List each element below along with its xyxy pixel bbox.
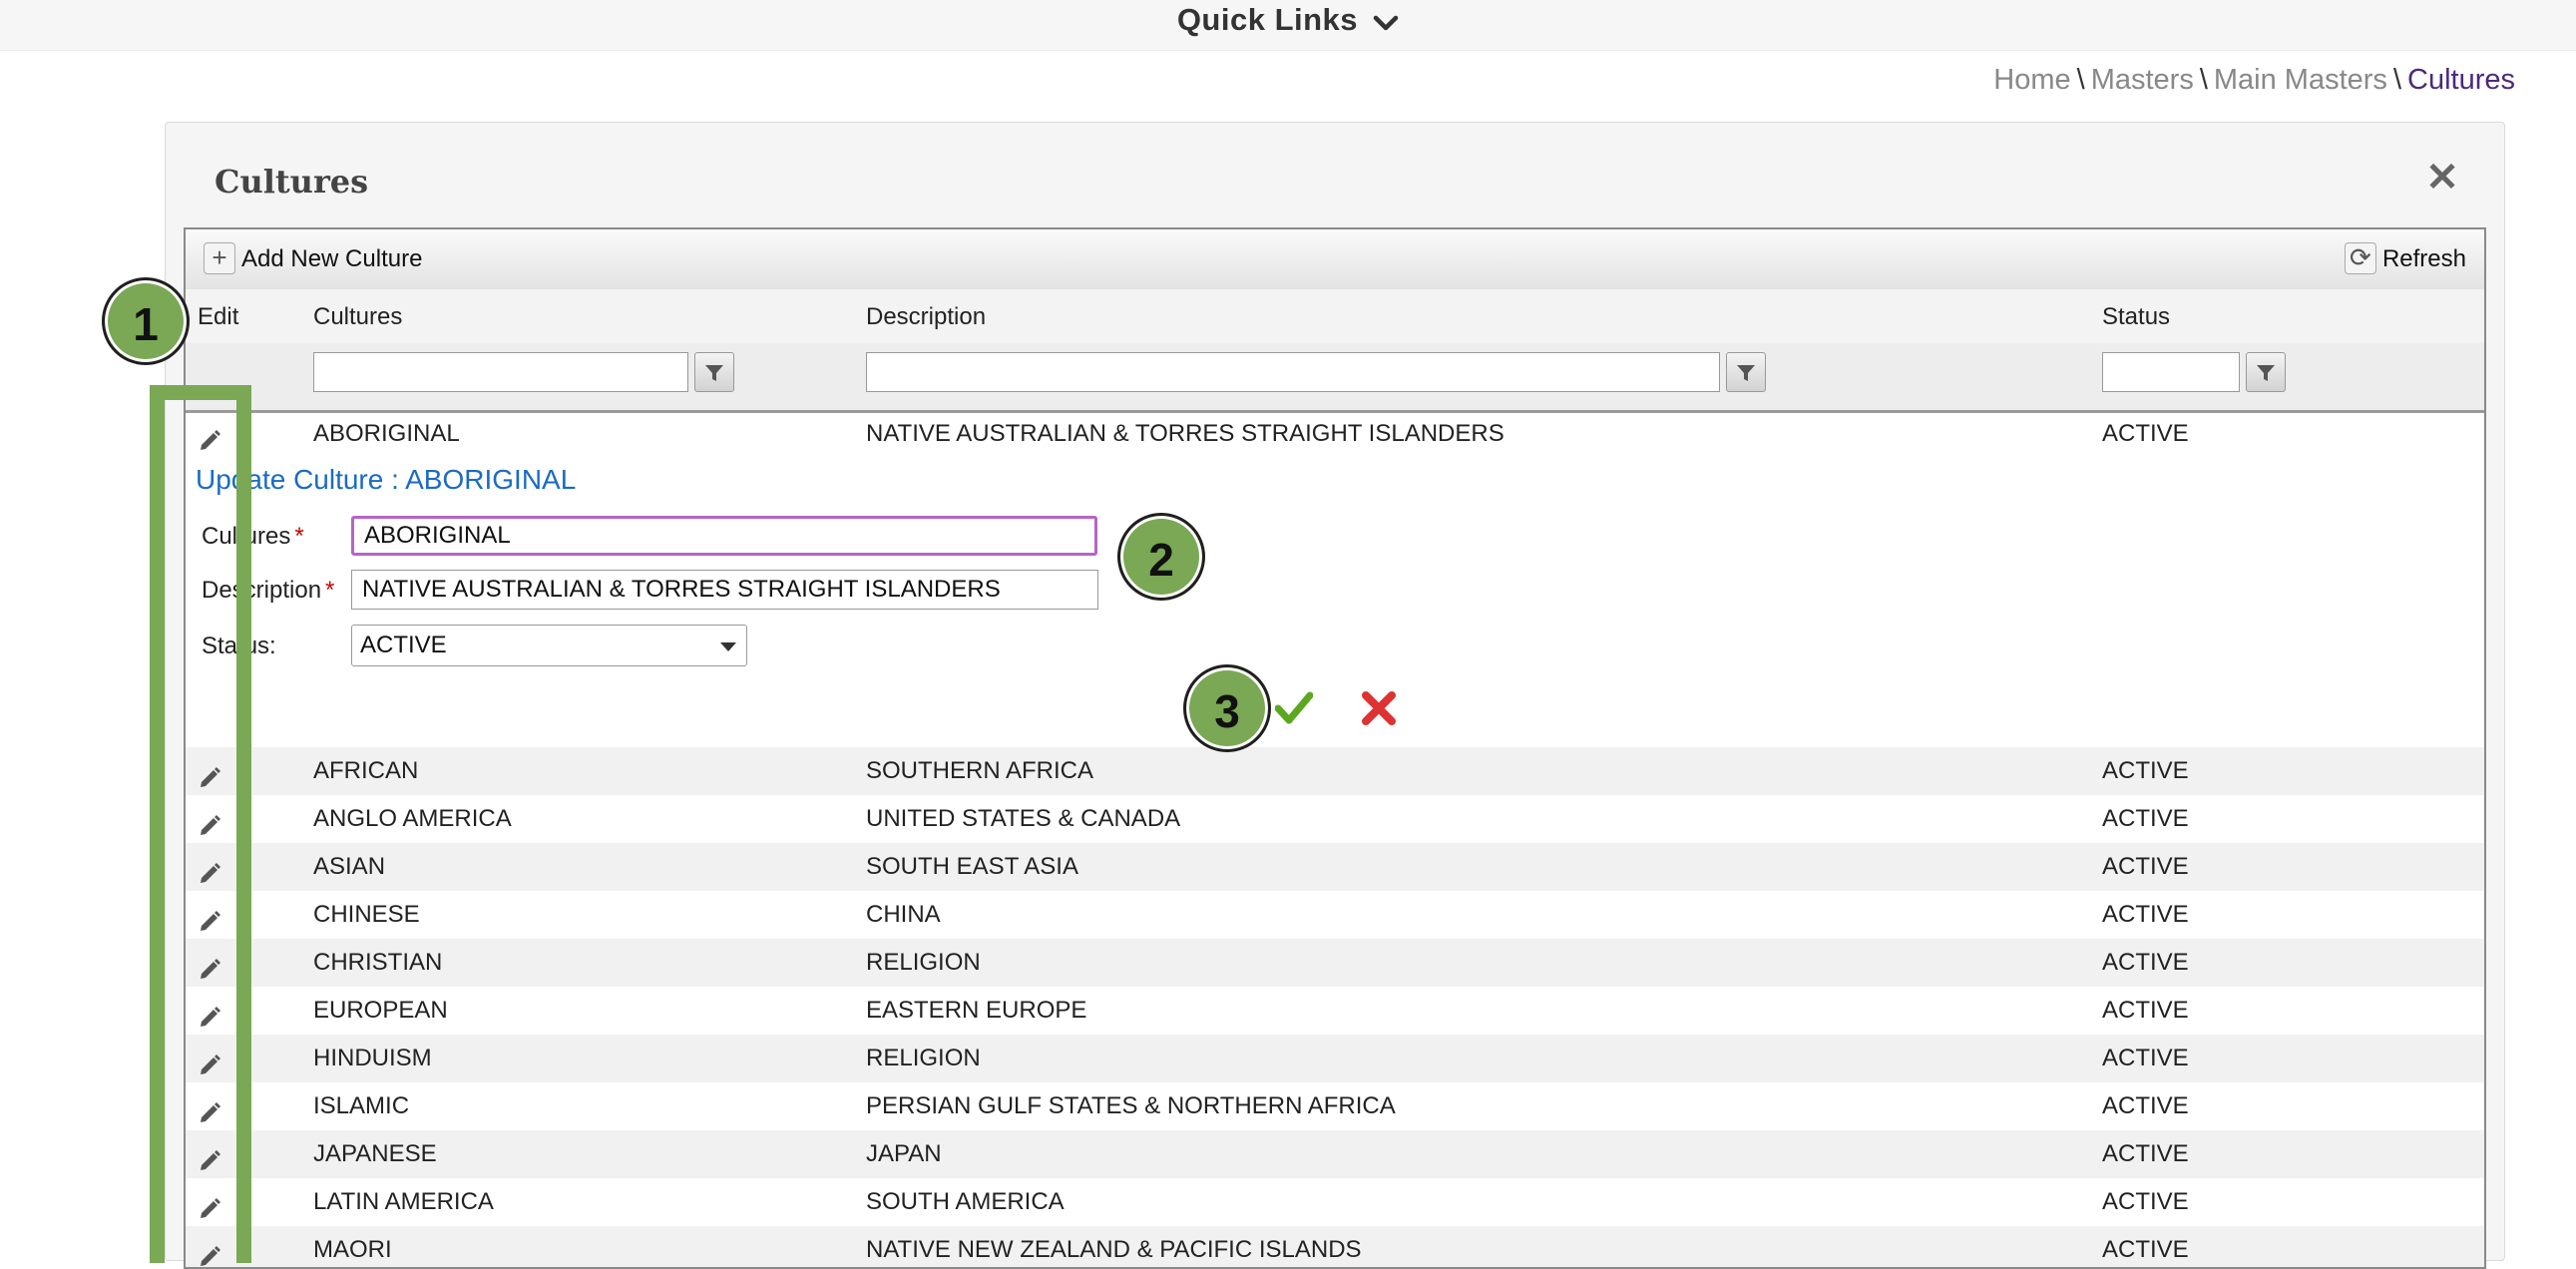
cell-status: ACTIVE xyxy=(2102,757,2189,784)
filter-icon xyxy=(1737,365,1755,381)
cell-description: NATIVE AUSTRALIAN & TORRES STRAIGHT ISLA… xyxy=(866,420,1504,447)
breadcrumb-current: Cultures xyxy=(2407,64,2515,96)
breadcrumb-home[interactable]: Home xyxy=(1993,64,2070,96)
breadcrumb-masters[interactable]: Masters xyxy=(2091,64,2194,96)
cell-culture: EUROPEAN xyxy=(313,997,448,1024)
cell-culture: ISLAMIC xyxy=(313,1092,410,1119)
grid-toolbar: + Add New Culture ⟳ Refresh xyxy=(186,229,2484,290)
cell-description: NATIVE NEW ZEALAND & PACIFIC ISLANDS xyxy=(866,1236,1362,1263)
cell-culture: ASIAN xyxy=(313,853,386,880)
description-filter-button[interactable] xyxy=(1726,352,1766,392)
cell-description: SOUTH EAST ASIA xyxy=(866,853,1078,880)
annotation-badge-3: 3 xyxy=(1183,664,1271,752)
refresh-button[interactable]: ⟳ Refresh xyxy=(2344,241,2466,277)
plus-icon: + xyxy=(204,242,235,275)
cultures-filter-input[interactable] xyxy=(313,352,688,392)
table-row: EUROPEAN EASTERN EUROPE ACTIVE xyxy=(186,987,2484,1035)
cell-culture: MAORI xyxy=(313,1236,392,1263)
cell-description: UNITED STATES & CANADA xyxy=(866,805,1181,832)
chevron-down-icon xyxy=(1373,2,1399,42)
cultures-grid: + Add New Culture ⟳ Refresh Edit Cultures … xyxy=(184,227,2486,1269)
filter-icon xyxy=(705,365,723,381)
cell-status: ACTIVE xyxy=(2102,949,2189,976)
add-new-culture-label: Add New Culture xyxy=(241,245,423,272)
cell-description: SOUTHERN AFRICA xyxy=(866,757,1094,784)
table-row: ASIAN SOUTH EAST ASIA ACTIVE xyxy=(186,843,2484,891)
cell-description: PERSIAN GULF STATES & NORTHERN AFRICA xyxy=(866,1092,1396,1119)
cell-culture: ANGLO AMERICA xyxy=(313,805,512,832)
table-row: CHRISTIAN RELIGION ACTIVE xyxy=(186,939,2484,987)
cell-status: ACTIVE xyxy=(2102,420,2189,447)
cell-description: CHINA xyxy=(866,901,941,928)
close-icon[interactable]: ✕ xyxy=(2425,158,2459,198)
cell-status: ACTIVE xyxy=(2102,1140,2189,1167)
status-select[interactable]: ACTIVE xyxy=(351,625,747,666)
status-filter-input[interactable] xyxy=(2102,352,2240,392)
table-row: AFRICAN SOUTHERN AFRICA ACTIVE xyxy=(186,747,2484,795)
column-header-description[interactable]: Description xyxy=(866,303,986,331)
table-row: ABORIGINAL NATIVE AUSTRALIAN & TORRES ST… xyxy=(186,410,2484,460)
breadcrumb-separator: \ xyxy=(2199,64,2208,96)
annotation-badge-2: 2 xyxy=(1117,513,1205,601)
culture-name-input[interactable]: ABORIGINAL xyxy=(351,516,1097,556)
column-headers: Edit Cultures Description Status xyxy=(186,289,2484,344)
cell-status: ACTIVE xyxy=(2102,1045,2189,1071)
cell-description: JAPAN xyxy=(866,1140,942,1167)
table-row: MAORI NATIVE NEW ZEALAND & PACIFIC ISLAND… xyxy=(186,1226,2484,1267)
cell-status: ACTIVE xyxy=(2102,997,2189,1024)
status-select-value: ACTIVE xyxy=(360,632,447,658)
update-form-title: Update Culture : ABORIGINAL xyxy=(196,464,577,495)
cancel-x-button[interactable] xyxy=(1361,690,1397,731)
quick-links-label: Quick Links xyxy=(1176,2,1359,37)
cell-description: RELIGION xyxy=(866,949,981,976)
cell-culture: CHINESE xyxy=(313,901,420,928)
page-title: Cultures xyxy=(215,163,369,201)
table-row: ANGLO AMERICA UNITED STATES & CANADA ACTIV… xyxy=(186,795,2484,843)
filter-row xyxy=(186,343,2484,413)
table-row: HINDUISM RELIGION ACTIVE xyxy=(186,1035,2484,1082)
cell-status: ACTIVE xyxy=(2102,1188,2189,1215)
description-filter-input[interactable] xyxy=(866,352,1720,392)
table-row: CHINESE CHINA ACTIVE xyxy=(186,891,2484,939)
breadcrumb: Home \ Masters \ Main Masters \ Cultures xyxy=(1993,64,2515,97)
save-checkmark-button[interactable] xyxy=(1274,690,1314,731)
quick-links-toggle[interactable]: Quick Links xyxy=(0,0,2576,40)
annotation-highlight-box xyxy=(150,385,251,1263)
cell-culture: ABORIGINAL xyxy=(313,420,460,447)
cell-description: RELIGION xyxy=(866,1045,981,1071)
cell-culture: AFRICAN xyxy=(313,757,419,784)
quick-links-bar: Quick Links xyxy=(0,0,2576,51)
dropdown-arrow-icon xyxy=(720,642,736,651)
breadcrumb-separator: \ xyxy=(2392,64,2401,96)
table-row: ISLAMIC PERSIAN GULF STATES & NORTHERN AF… xyxy=(186,1082,2484,1130)
column-header-cultures[interactable]: Cultures xyxy=(313,303,402,331)
description-input[interactable]: NATIVE AUSTRALIAN & TORRES STRAIGHT ISLA… xyxy=(351,570,1098,610)
cell-status: ACTIVE xyxy=(2102,1092,2189,1119)
add-new-culture-button[interactable]: + Add New Culture xyxy=(204,241,422,277)
status-filter-button[interactable] xyxy=(2246,352,2286,392)
cell-status: ACTIVE xyxy=(2102,1236,2189,1263)
cell-culture: HINDUISM xyxy=(313,1045,432,1071)
breadcrumb-main-masters[interactable]: Main Masters xyxy=(2214,64,2387,96)
cell-culture: JAPANESE xyxy=(313,1140,437,1167)
annotation-badge-1: 1 xyxy=(102,277,190,365)
table-row: LATIN AMERICA SOUTH AMERICA ACTIVE xyxy=(186,1178,2484,1226)
table-row: JAPANESE JAPAN ACTIVE xyxy=(186,1130,2484,1178)
update-culture-form: Update Culture : ABORIGINAL Cultures * AB… xyxy=(186,458,2484,749)
filter-icon xyxy=(2257,365,2275,381)
cultures-filter-button[interactable] xyxy=(694,352,734,392)
cell-status: ACTIVE xyxy=(2102,901,2189,928)
cell-culture: LATIN AMERICA xyxy=(313,1188,494,1215)
refresh-label: Refresh xyxy=(2381,245,2466,272)
cell-description: EASTERN EUROPE xyxy=(866,997,1087,1024)
column-header-status[interactable]: Status xyxy=(2102,303,2170,331)
cell-culture: CHRISTIAN xyxy=(313,949,443,976)
refresh-icon: ⟳ xyxy=(2344,242,2376,275)
breadcrumb-separator: \ xyxy=(2076,64,2085,96)
cell-status: ACTIVE xyxy=(2102,805,2189,832)
cell-status: ACTIVE xyxy=(2102,853,2189,880)
cell-description: SOUTH AMERICA xyxy=(866,1188,1065,1215)
column-header-edit: Edit xyxy=(198,303,239,330)
